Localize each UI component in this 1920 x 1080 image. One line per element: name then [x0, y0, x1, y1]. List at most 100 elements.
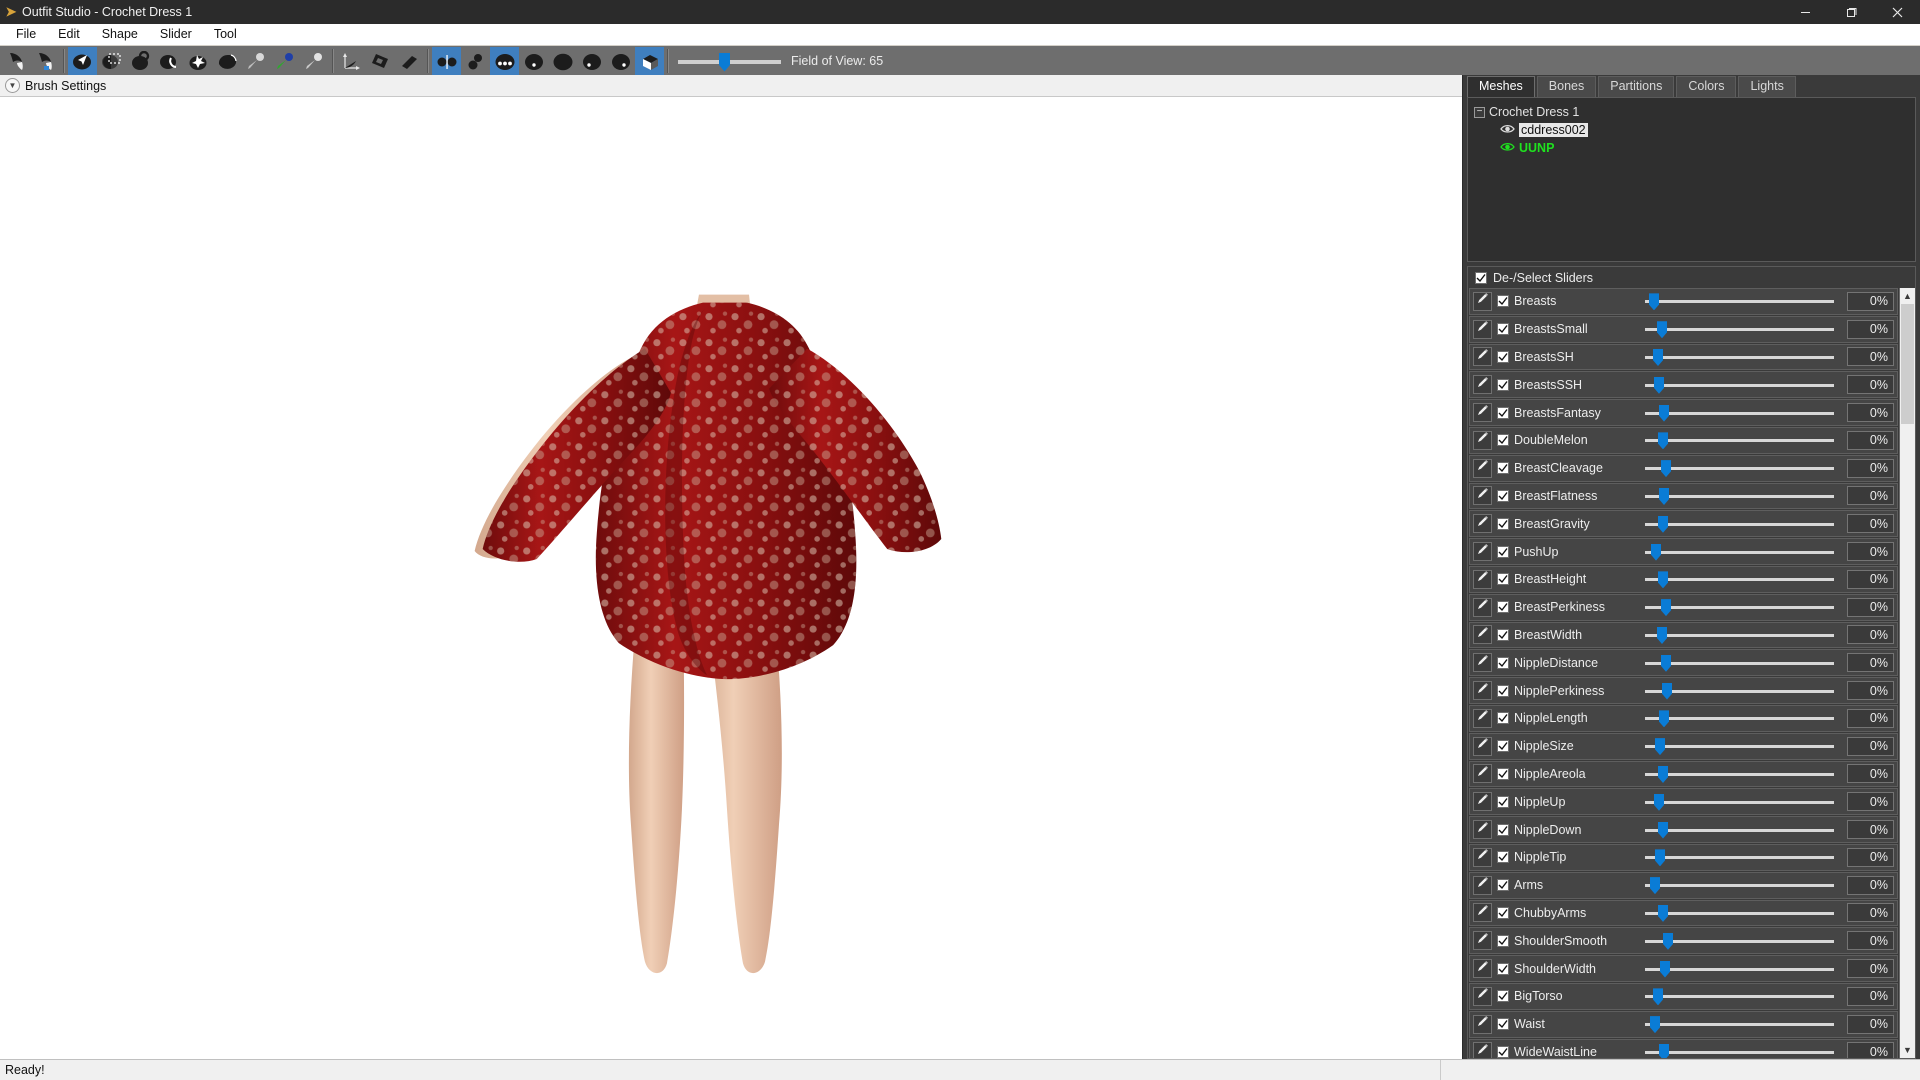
slider-thumb[interactable] [1659, 404, 1669, 422]
slider-value[interactable]: 0% [1847, 847, 1894, 867]
slider-row[interactable]: BreastsSmall 0% [1469, 315, 1898, 343]
transform-tool-button[interactable] [97, 47, 126, 75]
slider-thumb[interactable] [1657, 626, 1667, 644]
slider-value[interactable]: 0% [1847, 708, 1894, 728]
eraser-button[interactable] [395, 47, 424, 75]
slider-row[interactable]: NippleSize 0% [1469, 732, 1898, 760]
tree-item-cddress002[interactable]: cddress002 [1519, 123, 1588, 137]
slider-edit-button[interactable] [1473, 375, 1492, 395]
slider-edit-button[interactable] [1473, 1014, 1492, 1034]
scrollbar-trough[interactable] [1900, 304, 1915, 1042]
slider-enabled-checkbox[interactable] [1497, 378, 1509, 391]
slider-value[interactable]: 0% [1847, 375, 1894, 395]
slider-edit-button[interactable] [1473, 986, 1492, 1006]
slider-edit-button[interactable] [1473, 931, 1492, 951]
slider-thumb[interactable] [1663, 932, 1673, 950]
tree-row[interactable]: UUNP [1474, 139, 1909, 157]
slider-value[interactable]: 0% [1847, 625, 1894, 645]
show-normals-button[interactable] [519, 47, 548, 75]
slider-value[interactable]: 0% [1847, 820, 1894, 840]
minimize-button[interactable] [1782, 0, 1828, 24]
slider-enabled-checkbox[interactable] [1497, 990, 1509, 1003]
slider-value[interactable]: 0% [1847, 792, 1894, 812]
maximize-button[interactable] [1828, 0, 1874, 24]
model-render[interactable] [0, 97, 1462, 1059]
redo-button[interactable] [31, 47, 60, 75]
eye-icon[interactable] [1500, 123, 1515, 137]
slider-control[interactable] [1645, 569, 1842, 589]
menu-edit[interactable]: Edit [47, 25, 91, 43]
slider-enabled-checkbox[interactable] [1497, 573, 1509, 586]
slider-control[interactable] [1645, 625, 1842, 645]
move-brush-button[interactable] [184, 47, 213, 75]
slider-value[interactable]: 0% [1847, 597, 1894, 617]
slider-enabled-checkbox[interactable] [1497, 934, 1509, 947]
slider-row[interactable]: BreastsSSH 0% [1469, 371, 1898, 399]
slider-control[interactable] [1645, 375, 1842, 395]
eye-icon[interactable] [1500, 141, 1515, 155]
tree-collapse-icon[interactable]: − [1474, 106, 1485, 118]
tab-lights[interactable]: Lights [1738, 76, 1796, 97]
select-tool-button[interactable] [68, 46, 97, 75]
slider-edit-button[interactable] [1473, 486, 1492, 506]
show-wireframe-button[interactable] [490, 46, 519, 75]
slider-control[interactable] [1645, 430, 1842, 450]
vertex-edit-button[interactable] [366, 47, 395, 75]
slider-edit-button[interactable] [1473, 319, 1492, 339]
menu-file[interactable]: File [5, 25, 47, 43]
slider-value[interactable]: 0% [1847, 736, 1894, 756]
mesh-tree[interactable]: − Crochet Dress 1 cddress002 UUNP [1467, 97, 1916, 262]
slider-value[interactable]: 0% [1847, 319, 1894, 339]
slider-enabled-checkbox[interactable] [1497, 517, 1509, 530]
slider-control[interactable] [1645, 486, 1842, 506]
slider-value[interactable]: 0% [1847, 458, 1894, 478]
slider-enabled-checkbox[interactable] [1497, 545, 1509, 558]
scrollbar-thumb[interactable] [1901, 304, 1914, 424]
slider-edit-button[interactable] [1473, 681, 1492, 701]
slider-control[interactable] [1645, 847, 1842, 867]
slider-enabled-checkbox[interactable] [1497, 906, 1509, 919]
slider-row[interactable]: PushUp 0% [1469, 538, 1898, 565]
brush-settings-bar[interactable]: ▼ Brush Settings [0, 75, 1462, 97]
inflate-brush-button[interactable] [242, 47, 271, 75]
slider-edit-button[interactable] [1473, 653, 1492, 673]
slider-control[interactable] [1645, 458, 1842, 478]
slider-thumb[interactable] [1661, 654, 1671, 672]
slider-enabled-checkbox[interactable] [1497, 740, 1509, 753]
slider-thumb[interactable] [1653, 988, 1663, 1006]
slider-control[interactable] [1645, 653, 1842, 673]
slider-value[interactable]: 0% [1847, 542, 1894, 562]
slider-edit-button[interactable] [1473, 514, 1492, 534]
slider-enabled-checkbox[interactable] [1497, 767, 1509, 780]
slider-thumb[interactable] [1659, 710, 1669, 728]
unmask-brush-button[interactable] [155, 47, 184, 75]
slider-row[interactable]: ChubbyArms 0% [1469, 899, 1898, 927]
slider-value[interactable]: 0% [1847, 347, 1894, 367]
slider-enabled-checkbox[interactable] [1497, 962, 1509, 975]
slider-edit-button[interactable] [1473, 291, 1492, 311]
slider-control[interactable] [1645, 291, 1842, 311]
slider-value[interactable]: 0% [1847, 903, 1894, 923]
slider-thumb[interactable] [1649, 293, 1659, 311]
show-vertices-button[interactable] [432, 46, 461, 75]
slider-edit-button[interactable] [1473, 708, 1492, 728]
slider-enabled-checkbox[interactable] [1497, 295, 1509, 308]
slider-edit-button[interactable] [1473, 625, 1492, 645]
slider-edit-button[interactable] [1473, 820, 1492, 840]
slider-thumb[interactable] [1658, 821, 1668, 839]
slider-control[interactable] [1645, 736, 1842, 756]
smooth-brush-button[interactable] [213, 47, 242, 75]
slider-thumb[interactable] [1655, 738, 1665, 756]
slider-row[interactable]: NippleLength 0% [1469, 704, 1898, 732]
deselect-sliders-checkbox[interactable] [1475, 271, 1487, 284]
tab-colors[interactable]: Colors [1676, 76, 1737, 97]
slider-control[interactable] [1645, 1014, 1842, 1034]
slider-thumb[interactable] [1661, 460, 1671, 478]
slider-enabled-checkbox[interactable] [1497, 879, 1509, 892]
slider-control[interactable] [1645, 792, 1842, 812]
tab-bones[interactable]: Bones [1536, 76, 1597, 97]
slider-enabled-checkbox[interactable] [1497, 628, 1509, 641]
menu-slider[interactable]: Slider [149, 25, 203, 43]
slider-row[interactable]: NippleDistance 0% [1469, 649, 1898, 677]
slider-value[interactable]: 0% [1847, 875, 1894, 895]
